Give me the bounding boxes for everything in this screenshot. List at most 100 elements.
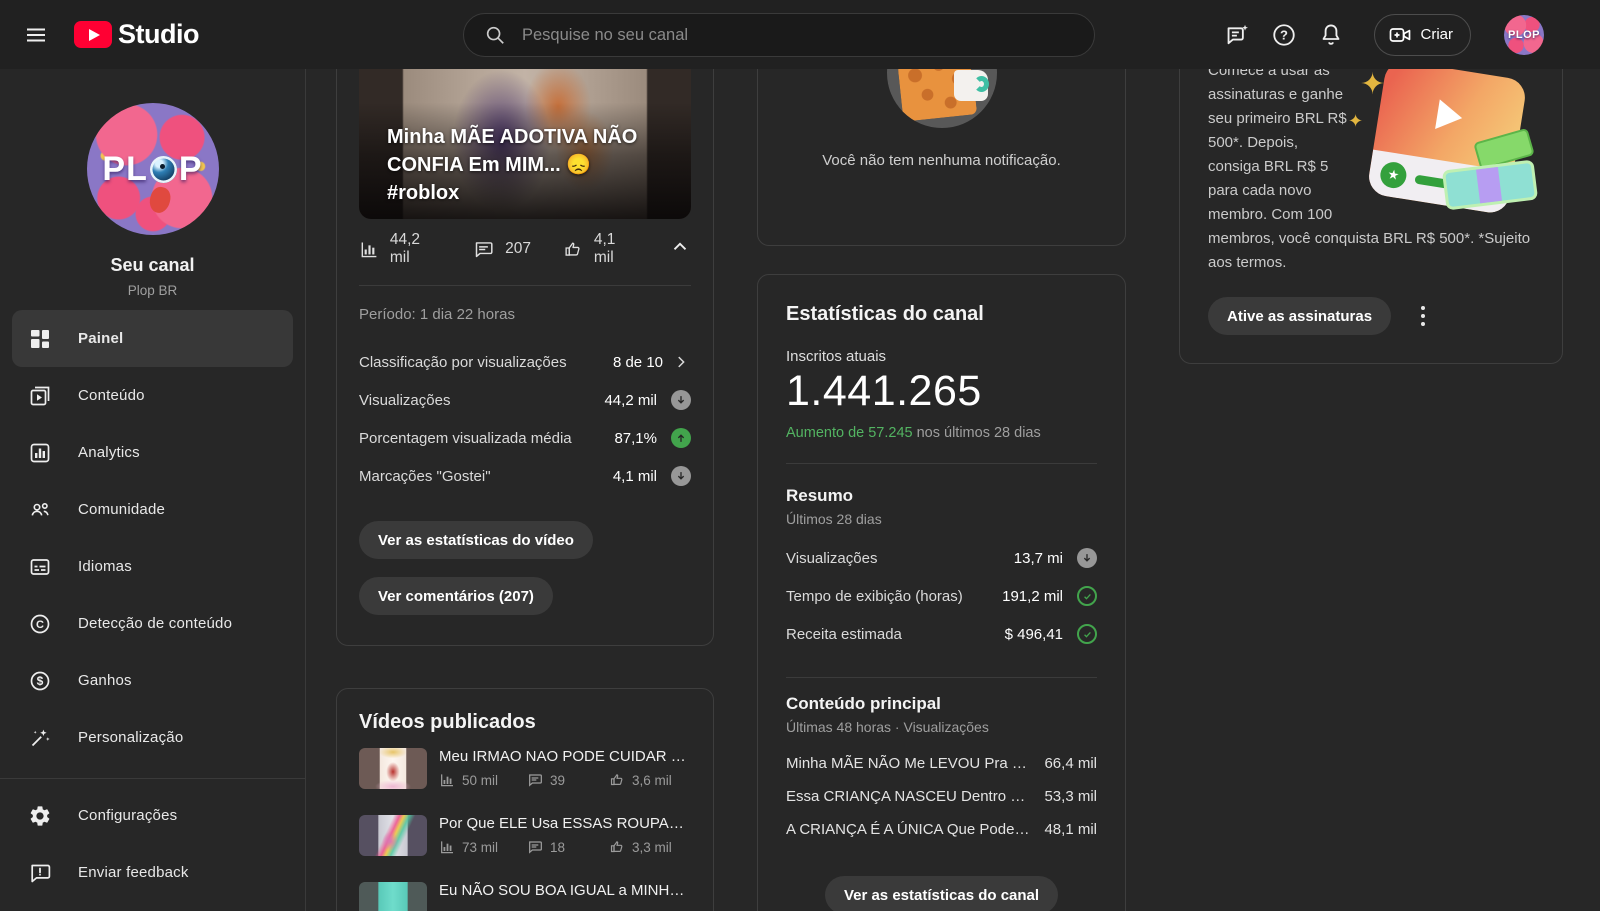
- channel-header: PL P Seu canal Plop BR: [0, 69, 305, 298]
- whats-new-button[interactable]: [1217, 15, 1257, 55]
- trend-up-icon: [671, 428, 691, 448]
- metric-row-avg-percentage: Porcentagem visualizada média 87,1%: [359, 419, 691, 457]
- svg-text:C: C: [36, 619, 44, 631]
- published-videos-card: Vídeos publicados Meu IRMAO NAO PODE CUI…: [336, 688, 714, 911]
- chevron-right-icon: [671, 352, 691, 372]
- copyright-icon: C: [28, 612, 52, 636]
- search-bar[interactable]: [463, 13, 1095, 57]
- comment-icon: [475, 241, 493, 257]
- likes-stat: 4,1 mil: [563, 231, 637, 267]
- latest-video-title: Minha MÃE ADOTIVA NÃO CONFIA Em MIM... 😞…: [387, 126, 638, 204]
- help-button[interactable]: ?: [1264, 15, 1304, 55]
- sidebar-item-analytics[interactable]: Analytics: [12, 424, 293, 481]
- metric-row-likes: Marcações "Gostei" 4,1 mil: [359, 457, 691, 495]
- summary-subtitle: Últimos 28 dias: [786, 511, 882, 527]
- sidebar-item-configuracoes[interactable]: Configurações: [12, 787, 293, 844]
- top-video-row[interactable]: A CRIANÇA É A ÚNICA Que Pode SA... 48,1 …: [786, 813, 1097, 846]
- sidebar-nav: Painel Conteúdo Analytics Comunidade Idi…: [0, 310, 305, 778]
- svg-text:$: $: [37, 674, 44, 688]
- published-videos-title: Vídeos publicados: [359, 711, 536, 733]
- sidebar-item-comunidade[interactable]: Comunidade: [12, 481, 293, 538]
- channel-title: Seu canal: [110, 255, 195, 275]
- customization-icon: [28, 726, 52, 750]
- analytics-icon: [28, 441, 52, 465]
- avatar-eye-graphic: [149, 155, 177, 183]
- activate-memberships-button[interactable]: Ative as assinaturas: [1208, 297, 1392, 335]
- column-memberships: ✦ ✦ ★ Comece a usar as assinaturas e gan…: [1179, 69, 1563, 364]
- sidebar-item-conteudo[interactable]: Conteúdo: [12, 367, 293, 424]
- latest-video-card: Minha MÃE ADOTIVA NÃO CONFIA Em MIM... 😞…: [336, 69, 714, 646]
- sidebar-item-deteccao-de-conteudo[interactable]: C Detecção de conteúdo: [12, 595, 293, 652]
- top-video-row[interactable]: Essa CRIANÇA NASCEU Dentro DA ... 53,3 m…: [786, 780, 1097, 813]
- memberships-illustration: ✦ ✦ ★: [1348, 69, 1539, 224]
- trend-down-icon: [1077, 548, 1097, 568]
- collapse-button[interactable]: [669, 236, 691, 263]
- more-options-icon[interactable]: [1417, 302, 1429, 330]
- summary-rows: Visualizações 13,7 mi Tempo de exibição …: [786, 539, 1097, 653]
- published-videos-list: Meu IRMAO NAO PODE CUIDAR D... 50 mil 39…: [359, 748, 691, 911]
- video-comments-button[interactable]: Ver comentários (207): [359, 577, 553, 615]
- sidebar-footer: Configurações Enviar feedback: [0, 778, 305, 911]
- check-circle-icon: [1077, 586, 1097, 606]
- search-input[interactable]: [522, 25, 1094, 45]
- channel-stats-title: Estatísticas do canal: [786, 303, 984, 325]
- play-icon: [1435, 99, 1465, 133]
- account-avatar[interactable]: PLOP: [1504, 14, 1544, 55]
- sidebar-item-idiomas[interactable]: Idiomas: [12, 538, 293, 595]
- bar-chart-icon: [441, 841, 453, 854]
- create-button[interactable]: Criar: [1373, 13, 1471, 56]
- summary-title: Resumo: [786, 486, 854, 505]
- feedback-icon: [28, 861, 52, 885]
- whats-new-icon: [1227, 24, 1248, 44]
- channel-avatar[interactable]: PL P: [86, 103, 219, 235]
- sidebar-item-personalizacao[interactable]: Personalização: [12, 709, 293, 766]
- bar-chart-icon: [441, 774, 453, 787]
- channel-analytics-button[interactable]: Ver as estatísticas do canal: [824, 876, 1059, 911]
- check-circle-icon: [1077, 624, 1097, 644]
- sidebar-item-enviar-feedback[interactable]: Enviar feedback: [12, 844, 293, 901]
- notifications-empty-illustration: [886, 69, 997, 128]
- column-notifications-stats: Você não tem nenhuma notificação. Estatí…: [757, 69, 1126, 911]
- video-thumbnail: [359, 882, 427, 911]
- dashboard-main: Minha MÃE ADOTIVA NÃO CONFIA Em MIM... 😞…: [307, 69, 1600, 911]
- views-stat: 44,2 mil: [359, 231, 441, 267]
- divider: [359, 285, 691, 286]
- subscribers-count: 1.441.265: [786, 367, 982, 415]
- latest-video-metrics: Classificação por visualizações 8 de 10 …: [359, 343, 691, 495]
- latest-video-thumbnail[interactable]: Minha MÃE ADOTIVA NÃO CONFIA Em MIM... 😞…: [359, 69, 691, 219]
- community-icon: [28, 498, 52, 522]
- metric-row-views: Visualizações 44,2 mil: [359, 381, 691, 419]
- illustration-mug: [953, 70, 989, 101]
- trend-down-icon: [671, 466, 691, 486]
- chevron-up-icon: [673, 241, 687, 250]
- channel-stats-card: Estatísticas do canal Inscritos atuais 1…: [757, 274, 1126, 911]
- subtitles-icon: [28, 555, 52, 579]
- subscribers-growth: Aumento de 57.245 nos últimos 28 dias: [786, 425, 1041, 441]
- comment-icon: [529, 774, 542, 787]
- published-video-row[interactable]: Meu IRMAO NAO PODE CUIDAR D... 50 mil 39…: [359, 748, 691, 789]
- dashboard-icon: [28, 327, 52, 351]
- divider: [786, 677, 1097, 678]
- top-video-row[interactable]: Minha MÃE NÃO Me LEVOU Pra DIS... 66,4 m…: [786, 747, 1097, 780]
- settings-icon: [28, 804, 52, 828]
- bell-icon: [1322, 24, 1339, 45]
- published-video-row[interactable]: Por Que ELE Usa ESSAS ROUPAS?... 73 mil …: [359, 815, 691, 856]
- comment-icon: [529, 841, 542, 854]
- sidebar-item-painel[interactable]: Painel: [12, 310, 293, 367]
- video-analytics-button[interactable]: Ver as estatísticas do vídeo: [359, 521, 593, 559]
- published-video-row[interactable]: Eu NÃO SOU BOA IGUAL a MINHA...: [359, 882, 691, 911]
- avatar-tongue-graphic: [146, 184, 173, 216]
- top-content-rows: Minha MÃE NÃO Me LEVOU Pra DIS... 66,4 m…: [786, 747, 1097, 846]
- comments-stat: 207: [473, 239, 531, 260]
- notifications-button[interactable]: [1311, 15, 1351, 55]
- summary-row-watch-time: Tempo de exibição (horas) 191,2 mil: [786, 577, 1097, 615]
- create-video-icon: [1389, 27, 1410, 42]
- video-thumbnail: [359, 815, 427, 856]
- topbar: Studio ?: [0, 0, 1600, 69]
- youtube-studio-logo[interactable]: Studio: [74, 19, 199, 50]
- sidebar-item-ganhos[interactable]: $ Ganhos: [12, 652, 293, 709]
- metric-row-ranking[interactable]: Classificação por visualizações 8 de 10: [359, 343, 691, 381]
- hamburger-icon: [27, 28, 45, 41]
- menu-hamburger-button[interactable]: [16, 15, 56, 55]
- star-badge-icon: ★: [1378, 160, 1409, 190]
